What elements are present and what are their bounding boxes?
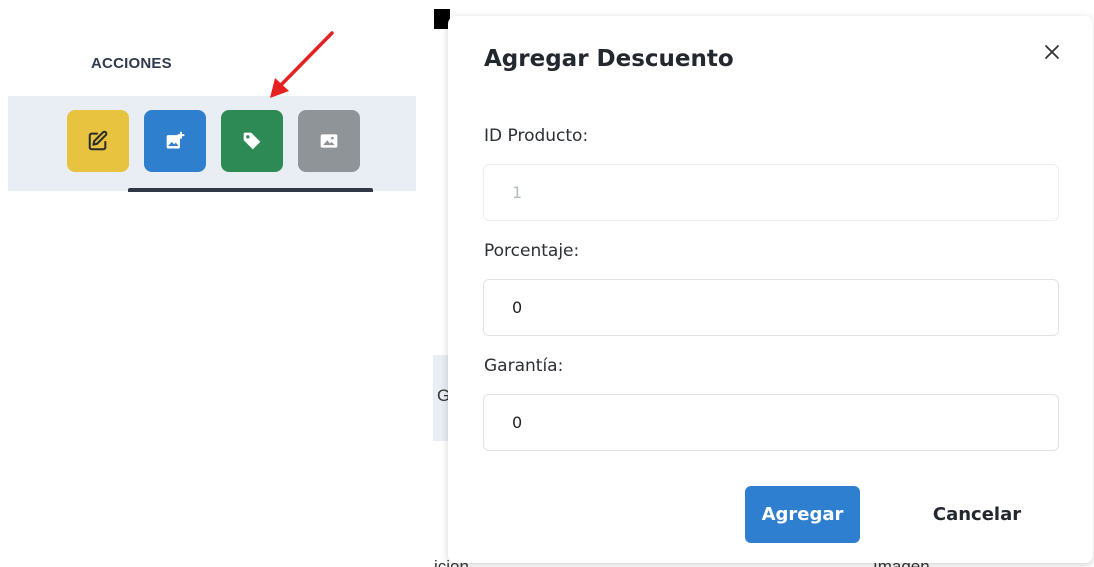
porcentaje-field[interactable]: 0	[483, 279, 1059, 336]
annotation-arrow-icon	[270, 31, 334, 98]
close-button[interactable]	[1042, 42, 1062, 62]
id-producto-label: ID Producto:	[484, 126, 589, 146]
edit-icon	[88, 130, 108, 151]
tooltip-edge	[128, 188, 373, 192]
porcentaje-label: Porcentaje:	[484, 241, 580, 261]
close-icon	[1045, 45, 1059, 59]
cancelar-button[interactable]: Cancelar	[912, 486, 1042, 543]
tag-icon	[243, 132, 261, 150]
acciones-column-header: ACCIONES	[91, 55, 172, 72]
discount-modal: Agregar Descuento ID Producto: 1 Porcent…	[448, 16, 1093, 563]
add-discount-button[interactable]	[221, 110, 283, 172]
garantia-label: Garantía:	[484, 356, 564, 376]
agregar-button[interactable]: Agregar	[745, 486, 860, 543]
add-image-icon	[166, 131, 185, 149]
id-producto-field[interactable]: 1	[483, 164, 1059, 221]
view-image-button[interactable]	[298, 110, 360, 172]
garantia-field[interactable]: 0	[483, 394, 1059, 451]
add-image-button[interactable]	[144, 110, 206, 172]
edit-button[interactable]	[67, 110, 129, 172]
image-icon	[320, 134, 338, 148]
modal-title: Agregar Descuento	[484, 46, 734, 72]
